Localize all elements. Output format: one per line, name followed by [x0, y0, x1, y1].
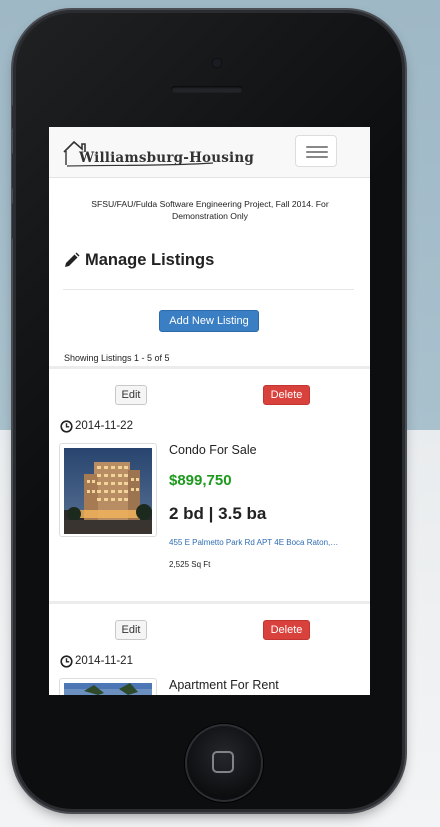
navbar: Williamsburg-Housing [49, 127, 370, 178]
hamburger-icon [306, 146, 328, 148]
pencil-icon [65, 252, 80, 267]
edit-button[interactable]: Edit [115, 620, 147, 640]
edit-button[interactable]: Edit [115, 385, 147, 405]
listing-address-link[interactable]: 455 E Palmetto Park Rd APT 4E Boca Raton… [169, 538, 339, 547]
building-photo [64, 683, 152, 695]
title-divider [63, 289, 354, 290]
home-button[interactable] [185, 724, 263, 802]
beds-baths: 2 bd | 3.5 ba [169, 504, 267, 523]
listing-price: $899,750 [169, 472, 232, 489]
building-photo [64, 448, 152, 534]
volume-down-button [12, 203, 15, 239]
listing-count: Showing Listings 1 - 5 of 5 [64, 353, 170, 363]
menu-toggle-button[interactable] [295, 135, 337, 167]
mute-switch [12, 105, 15, 129]
page-title: Manage Listings [63, 251, 353, 273]
front-camera [211, 57, 223, 69]
power-button [310, 10, 344, 13]
phone-screen: Williamsburg-Housing SFSU/FAU/Fulda Soft… [49, 127, 370, 695]
delete-button[interactable]: Delete [263, 620, 310, 640]
property-type: Condo For Sale [169, 443, 257, 457]
brand-name: Williamsburg-Housing [79, 150, 255, 166]
listing-photo[interactable] [59, 443, 157, 537]
listing-separator [49, 601, 370, 604]
listing-separator [49, 366, 370, 369]
project-note: SFSU/FAU/Fulda Software Engineering Proj… [91, 199, 329, 221]
volume-up-button [12, 153, 15, 189]
brand-logo[interactable]: Williamsburg-Housing [61, 136, 254, 168]
add-new-listing-button[interactable]: Add New Listing [159, 310, 259, 332]
square-footage: 2,525 Sq Ft [169, 560, 211, 569]
clock-icon [60, 420, 73, 433]
page-title-text: Manage Listings [85, 251, 215, 269]
delete-button[interactable]: Delete [263, 385, 310, 405]
earpiece-speaker [171, 86, 243, 93]
listing-photo[interactable] [59, 678, 157, 695]
property-type: Apartment For Rent [169, 678, 279, 692]
clock-icon [60, 655, 73, 668]
